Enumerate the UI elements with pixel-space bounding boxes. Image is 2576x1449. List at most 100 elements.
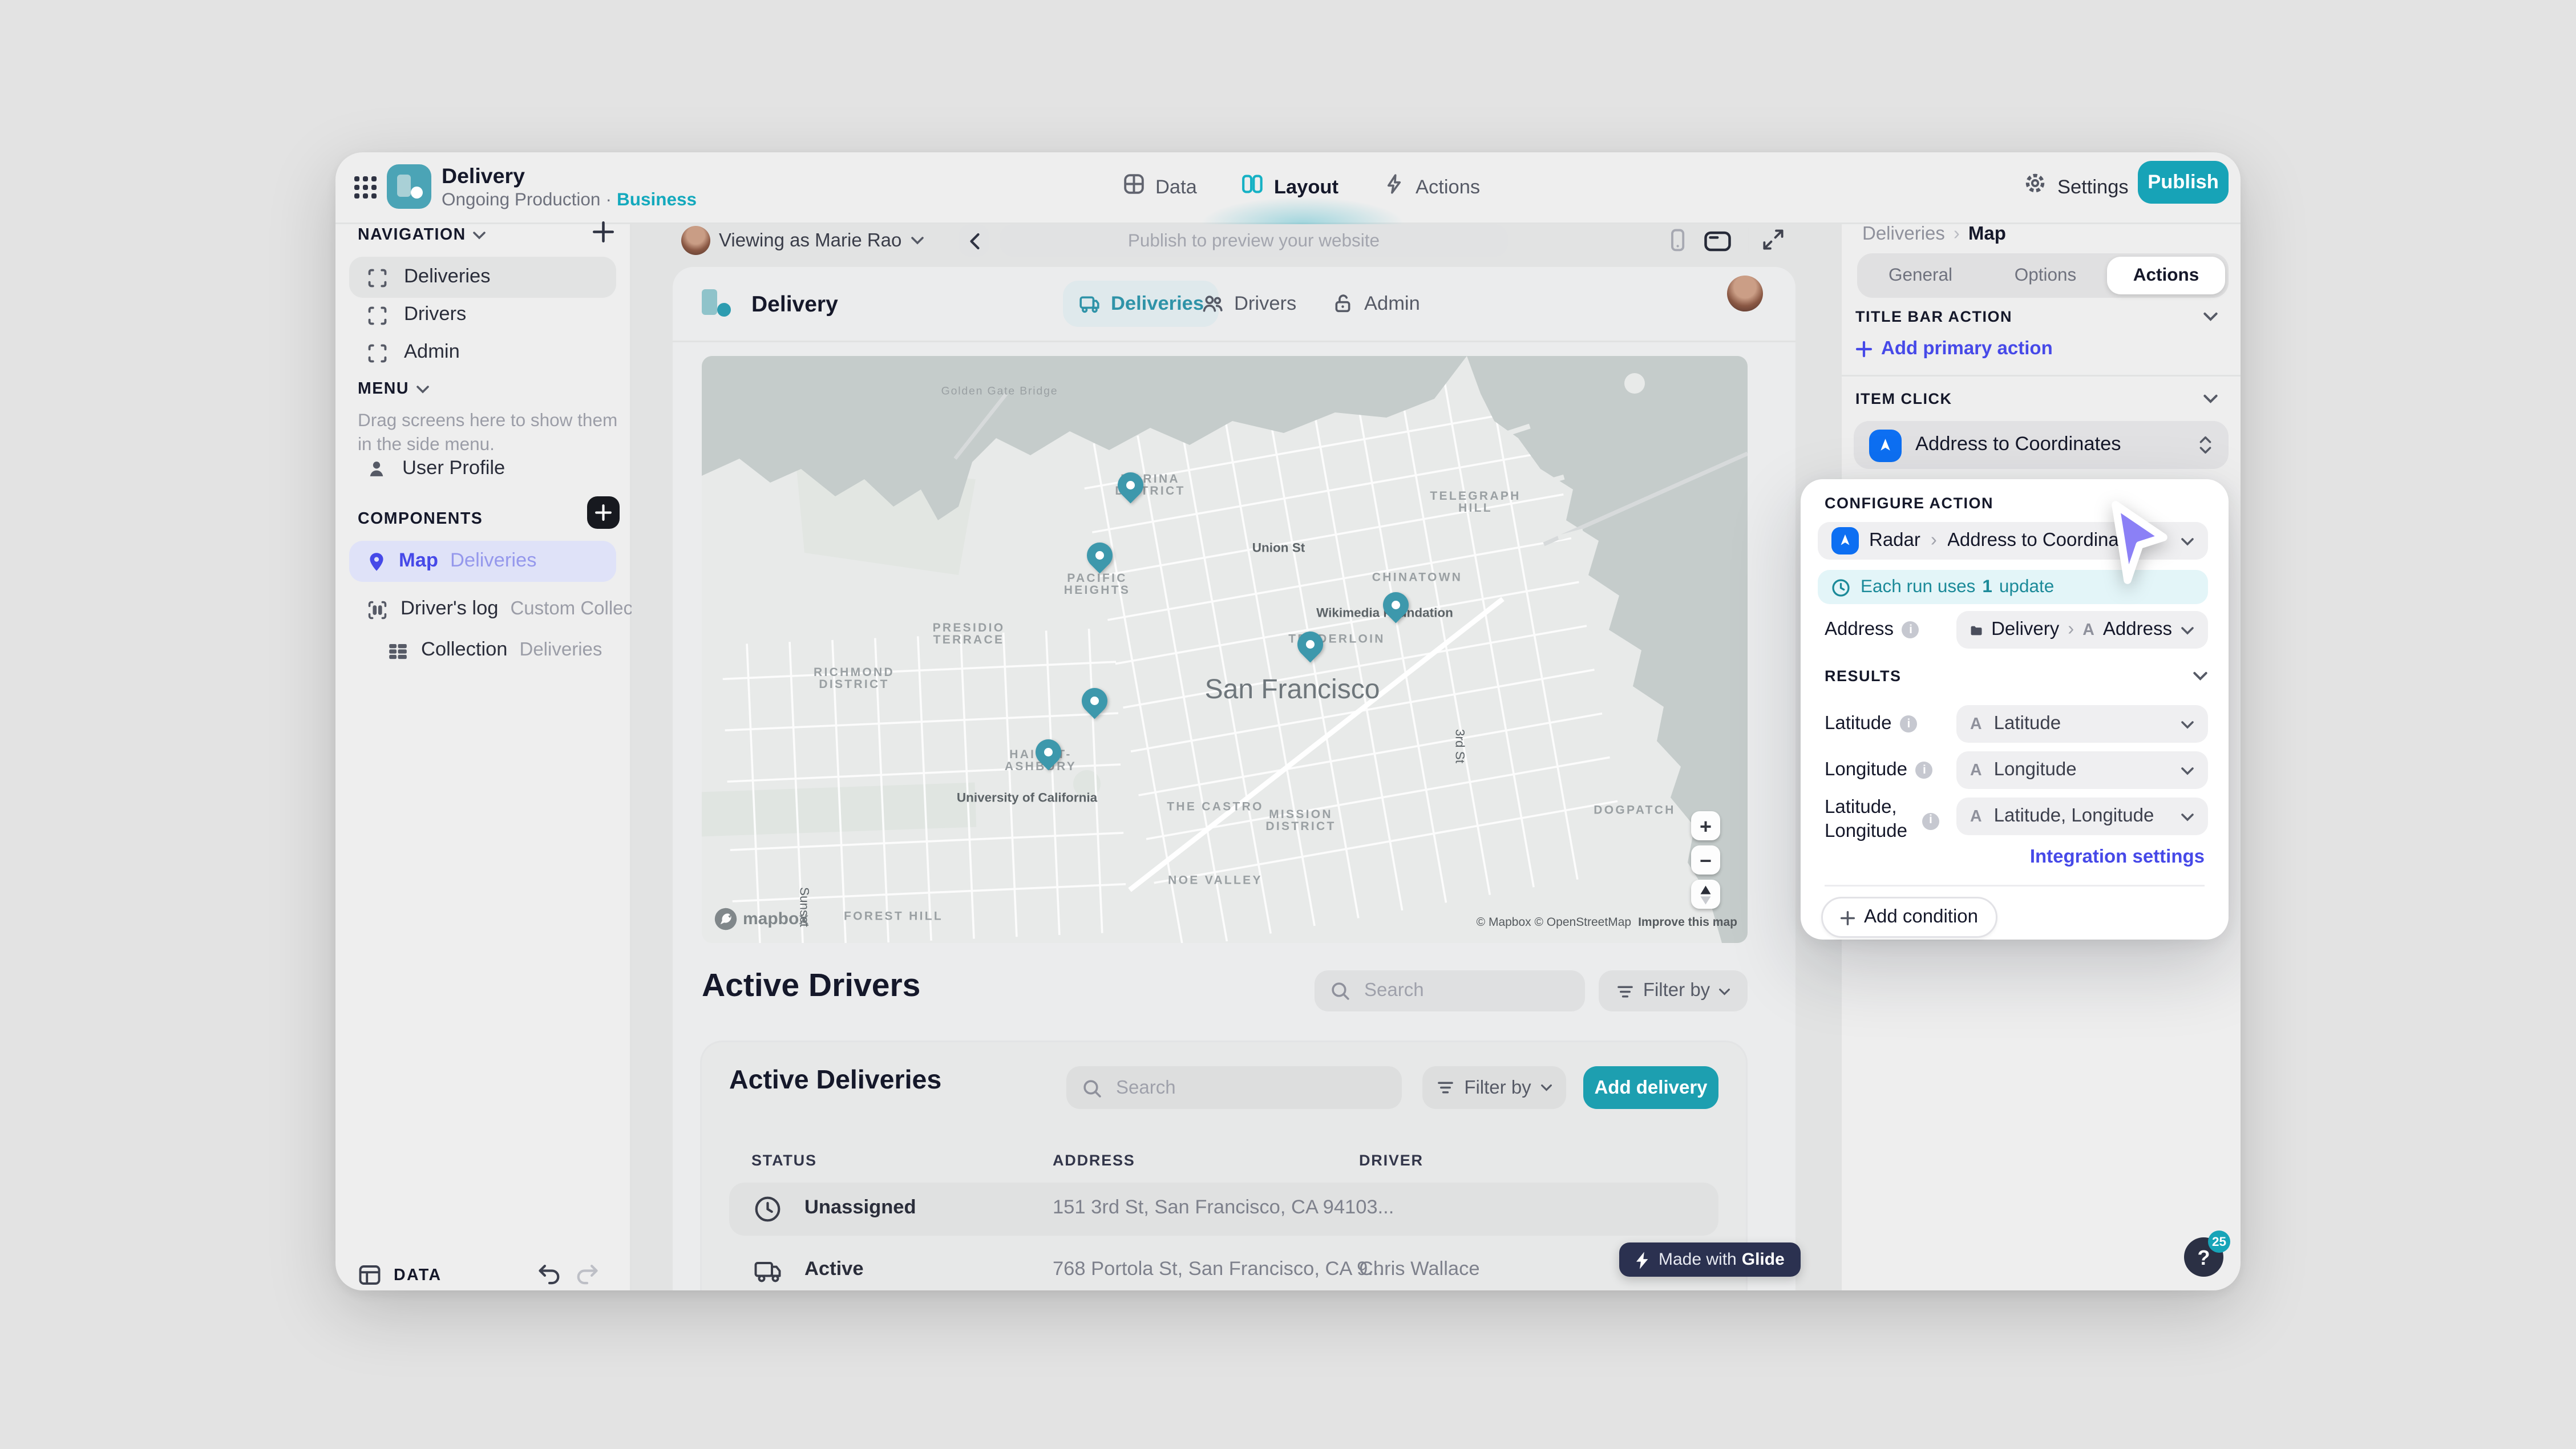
chevron-down-icon[interactable] [473,230,487,239]
title-bar-action-section[interactable]: TITLE BAR ACTION [1855,308,2218,325]
breadcrumb-parent[interactable]: Deliveries [1862,224,1945,245]
component-item-collection[interactable]: Collection Deliveries [387,637,602,664]
chevron-down-icon[interactable] [416,384,430,393]
data-editor-button[interactable]: DATA [358,1261,442,1289]
sidebar-item-deliveries[interactable]: Deliveries [349,257,616,298]
add-delivery-button[interactable]: Add delivery [1583,1066,1718,1109]
latitude-value-select[interactable]: A Latitude [1956,705,2208,743]
map-zoom-in-button[interactable]: + [1691,811,1720,840]
app-env-sep: · [605,190,612,211]
sidebar-item-drivers[interactable]: Drivers [366,301,466,329]
info-icon[interactable]: i [1915,762,1933,779]
component-item-drivers-log[interactable]: Driver's log Custom Collection [366,596,663,623]
table-row[interactable]: Unassigned 151 3rd St, San Francisco, CA… [729,1183,1718,1236]
undo-button[interactable] [536,1261,561,1290]
preview-tab-deliveries[interactable]: Deliveries [1063,281,1220,327]
add-component-button[interactable] [587,496,620,529]
column-header-driver[interactable]: DRIVER [1359,1152,1424,1169]
meter-icon [1832,578,1850,596]
viewer-avatar[interactable] [681,226,710,255]
app-plan-badge[interactable]: Business [617,190,697,211]
info-icon[interactable]: i [1902,621,1920,638]
panel-tab-actions[interactable]: Actions [2107,257,2225,294]
map-attribution[interactable]: © Mapbox © OpenStreetMap Improve this ma… [1477,917,1737,929]
deliveries-filter-button[interactable]: Filter by [1422,1066,1566,1109]
drivers-search[interactable] [1315,970,1585,1011]
people-icon [1203,296,1223,312]
latlong-value-select[interactable]: A Latitude, Longitude [1956,798,2208,835]
lock-icon [1335,294,1350,313]
folder-icon [1971,625,1982,634]
deliveries-search[interactable] [1066,1066,1402,1109]
improve-map-link[interactable]: Improve this map [1638,917,1737,929]
preview-tab-admin[interactable]: Admin [1332,281,1420,327]
map-label: CHINATOWN [1372,572,1463,585]
drivers-filter-button[interactable]: Filter by [1599,970,1748,1011]
filter-icon [1617,985,1633,997]
map-label: RICHMOND DISTRICT [814,667,895,691]
panel-tab-general[interactable]: General [1857,253,1984,298]
map-component[interactable]: Golden Gate Bridge MARINA DISTRICT TELEG… [702,356,1748,943]
map-label: PRESIDIO TERRACE [932,623,1005,647]
item-click-section[interactable]: ITEM CLICK [1855,390,2218,407]
preview-url-bar[interactable]: Publish to preview your website [1000,224,1508,257]
sidebar-item-user-profile[interactable]: User Profile [366,455,505,481]
tab-actions[interactable]: Actions [1383,172,1480,203]
table-row[interactable]: Active 768 Portola St, San Francisco, CA… [729,1244,1718,1290]
mapbox-logo[interactable]: mapbox [714,907,808,931]
tab-data[interactable]: Data [1123,172,1197,203]
phone-view-icon[interactable] [1665,228,1689,262]
integration-settings-link[interactable]: Integration settings [2030,847,2205,868]
item-click-action-value: Address to Coordinates [1915,435,2121,455]
add-delivery-label: Add delivery [1594,1077,1708,1098]
longitude-value-select[interactable]: A Longitude [1956,751,2208,789]
chevron-down-icon[interactable] [2203,394,2218,404]
chevron-down-icon[interactable] [2193,671,2208,681]
add-primary-action-button[interactable]: Add primary action [1855,339,2053,359]
drivers-search-input[interactable] [1361,979,1556,1003]
publish-button[interactable]: Publish [2138,161,2229,204]
search-icon [1332,982,1349,1000]
panel-tab-options[interactable]: Options [1984,253,2107,298]
appbar-divider [673,341,1795,342]
app-icon[interactable] [387,164,431,209]
viewing-as-selector[interactable]: Viewing as Marie Rao [719,226,924,255]
made-with-glide-badge[interactable]: Made with Glide [1619,1242,1800,1277]
desktop-view-icon[interactable] [1703,229,1732,262]
preview-user-avatar[interactable] [1727,276,1763,311]
plus-icon [1840,910,1855,925]
fullscreen-icon[interactable] [1761,228,1785,260]
sidebar-item-admin[interactable]: Admin [366,339,460,366]
chevron-down-icon [2181,766,2194,775]
back-button[interactable] [959,224,989,257]
info-icon[interactable]: i [1900,715,1918,732]
deliveries-search-input[interactable] [1113,1075,1376,1100]
results-section[interactable]: RESULTS [1825,667,2208,685]
preview-tab-drivers[interactable]: Drivers [1202,281,1296,327]
chevron-down-icon[interactable] [2203,311,2218,322]
breadcrumb-separator: › [1953,224,1960,245]
column-header-status[interactable]: STATUS [751,1152,817,1169]
app-icon-shape [397,175,411,197]
column-header-address[interactable]: ADDRESS [1053,1152,1135,1169]
address-value-select[interactable]: Delivery › A Address [1956,611,2208,649]
breadcrumb[interactable]: Deliveries › Map [1862,222,2006,246]
cursor-pointer-graphic [2112,501,2167,584]
map-zoom-out-button[interactable]: − [1691,845,1720,875]
tab-layout[interactable]: Layout [1242,172,1338,203]
app-launcher-icon[interactable] [353,175,378,209]
address-separator: › [2068,620,2074,640]
redo-button[interactable] [575,1261,601,1290]
section-divider [1842,375,2241,377]
preview-app-title: Delivery [751,291,838,317]
info-icon[interactable]: i [1922,812,1939,830]
add-condition-button[interactable]: Add condition [1821,897,1997,938]
component-item-map[interactable]: Map Deliveries [349,541,616,582]
settings-button[interactable]: Settings [2023,152,2129,222]
map-city-label: San Francisco [1204,676,1380,705]
help-button[interactable]: ? 25 [2184,1231,2230,1277]
add-screen-button[interactable] [592,221,614,252]
item-click-action-select[interactable]: Address to Coordinates [1854,421,2229,469]
map-compass-button[interactable] [1691,880,1720,909]
preview-tab-label: Drivers [1234,293,1297,314]
